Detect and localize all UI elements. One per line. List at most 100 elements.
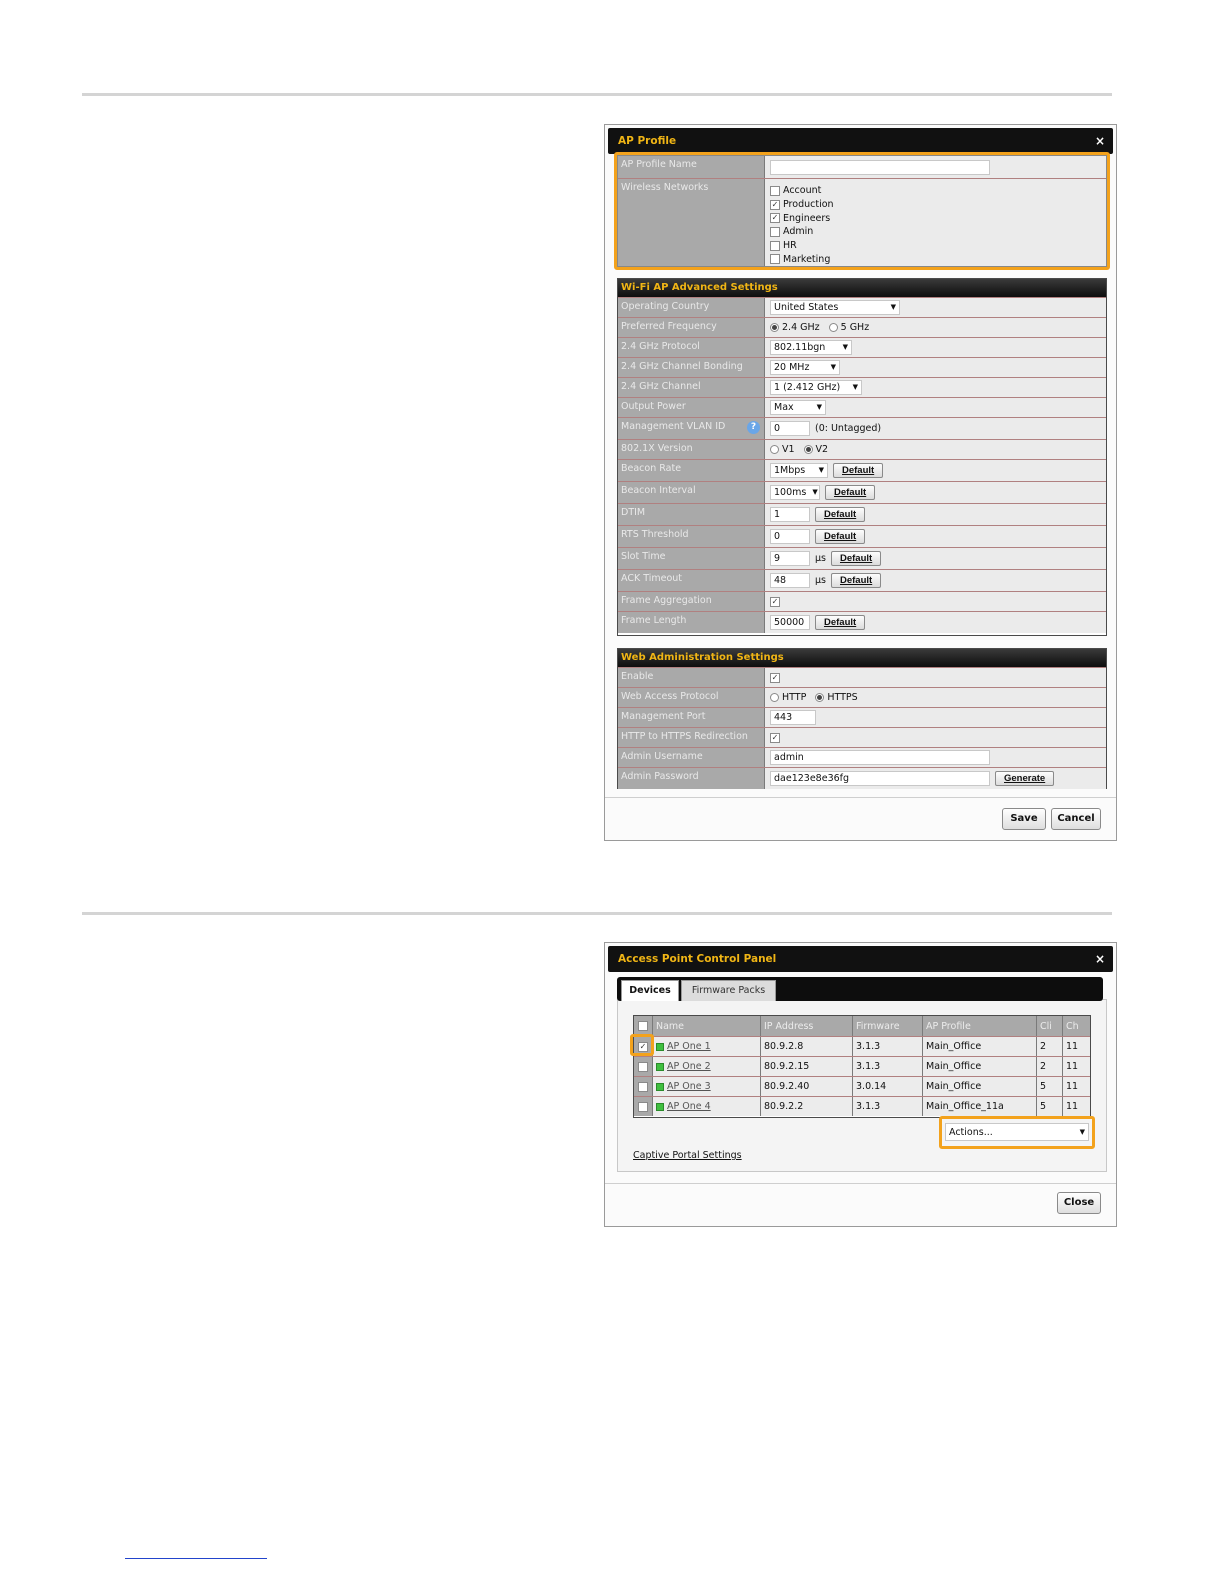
column-header: Ch — [1062, 1016, 1090, 1036]
captive-portal-settings-link[interactable]: Captive Portal Settings — [633, 1150, 742, 1161]
device-name-cell: AP One 1 — [652, 1037, 760, 1056]
frame-length-input[interactable] — [770, 615, 810, 630]
header-select-cell — [634, 1016, 652, 1036]
preferred-frequency-label: Preferred Frequency — [618, 318, 764, 337]
dropdown-caret-icon: ▼ — [842, 343, 848, 351]
dot1x-v1-radio[interactable] — [770, 445, 779, 454]
https-redirect-checkbox[interactable]: ✓ — [770, 732, 780, 743]
device-name-link[interactable]: AP One 1 — [667, 1041, 711, 1052]
beacon-interval-select[interactable]: 100ms ▼ — [770, 485, 820, 500]
dtim-default-button[interactable]: Default — [815, 507, 866, 522]
beacon-rate-select[interactable]: 1Mbps ▼ — [770, 463, 828, 478]
frame-aggregation-label: Frame Aggregation — [618, 592, 764, 611]
dtim-input[interactable] — [770, 507, 810, 522]
ack-timeout-default-button[interactable]: Default — [831, 573, 882, 588]
rts-input[interactable] — [770, 529, 810, 544]
protocol-select[interactable]: 802.11bgn ▼ — [770, 340, 852, 355]
operating-country-value: United States — [774, 302, 839, 313]
slot-time-default-button[interactable]: Default — [831, 551, 882, 566]
beacon-rate-default-button[interactable]: Default — [833, 463, 884, 478]
tab-devices[interactable]: Devices — [621, 980, 679, 1001]
output-power-value: Max — [774, 402, 794, 413]
frame-length-default-button[interactable]: Default — [815, 615, 866, 630]
https-redirect-label: HTTP to HTTPS Redirection — [618, 728, 764, 747]
save-button[interactable]: Save — [1002, 808, 1046, 830]
column-header: AP Profile — [922, 1016, 1036, 1036]
beacon-interval-label: Beacon Interval — [618, 482, 764, 503]
highlight-actions-select — [939, 1116, 1095, 1149]
advanced-settings-header: Wi-Fi AP Advanced Settings — [618, 279, 1106, 297]
dot1x-row: 802.1X Version V1 V2 — [618, 439, 1106, 459]
enable-checkbox[interactable]: ✓ — [770, 672, 780, 683]
http-radio[interactable] — [770, 693, 779, 702]
device-name-link[interactable]: AP One 2 — [667, 1061, 711, 1072]
dot1x-v2-radio[interactable] — [803, 445, 813, 454]
control-panel-titlebar: Access Point Control Panel × — [608, 946, 1113, 972]
channel-bonding-value: 20 MHz — [774, 362, 810, 373]
clients-cell: 2 — [1036, 1037, 1062, 1056]
dropdown-caret-icon: ▼ — [830, 363, 836, 371]
https-redirect-row: HTTP to HTTPS Redirection ✓ — [618, 727, 1106, 747]
beacon-interval-default-button[interactable]: Default — [825, 485, 876, 500]
channel-bonding-select[interactable]: 20 MHz ▼ — [770, 360, 840, 375]
ack-timeout-input[interactable] — [770, 573, 810, 588]
channel-select[interactable]: 1 (2.412 GHz) ▼ — [770, 380, 862, 395]
frame-aggregation-checkbox[interactable]: ✓ — [770, 596, 780, 607]
channel-value: 1 (2.412 GHz) — [774, 382, 841, 393]
dropdown-caret-icon: ▼ — [812, 488, 818, 496]
rts-default-button[interactable]: Default — [815, 529, 866, 544]
help-icon[interactable]: ? — [747, 421, 760, 434]
select-all-checkbox[interactable] — [638, 1021, 648, 1031]
close-icon[interactable]: × — [1095, 128, 1105, 154]
highlight-profile-basic — [614, 152, 1110, 270]
row-checkbox[interactable] — [638, 1101, 648, 1112]
row-checkbox[interactable] — [638, 1061, 648, 1072]
enable-row: Enable ✓ — [618, 667, 1106, 687]
devices-table-header: Name IP Address Firmware AP Profile Cli … — [634, 1016, 1090, 1036]
ap-profile-titlebar: AP Profile × — [608, 128, 1113, 154]
freq-24-radio[interactable] — [770, 323, 779, 332]
management-port-input[interactable] — [770, 710, 816, 725]
close-button[interactable]: Close — [1057, 1192, 1101, 1214]
admin-password-input[interactable] — [770, 771, 990, 786]
channel-cell: 11 — [1062, 1097, 1090, 1116]
https-label: HTTPS — [827, 692, 858, 703]
web-access-protocol-row: Web Access Protocol HTTP HTTPS — [618, 687, 1106, 707]
dropdown-caret-icon: ▼ — [816, 403, 822, 411]
admin-username-input[interactable] — [770, 750, 990, 765]
channel-label: 2.4 GHz Channel — [618, 378, 764, 397]
tab-firmware-packs[interactable]: Firmware Packs — [681, 980, 776, 1001]
status-dot-icon — [656, 1102, 664, 1111]
device-name-link[interactable]: AP One 4 — [667, 1101, 711, 1112]
clients-cell: 5 — [1036, 1077, 1062, 1096]
device-name-cell: AP One 3 — [652, 1077, 760, 1096]
ip-address-cell: 80.9.2.2 — [760, 1097, 852, 1116]
clients-cell: 2 — [1036, 1057, 1062, 1076]
protocol-label: 2.4 GHz Protocol — [618, 338, 764, 357]
vlan-row: Management VLAN ID? (0: Untagged) — [618, 417, 1106, 439]
protocol-row: 2.4 GHz Protocol 802.11bgn ▼ — [618, 337, 1106, 357]
freq-5-radio[interactable] — [828, 323, 838, 332]
https-radio[interactable] — [815, 693, 825, 702]
admin-password-label: Admin Password — [618, 768, 764, 789]
vlan-input[interactable] — [770, 421, 810, 436]
device-name-link[interactable]: AP One 3 — [667, 1081, 711, 1092]
ip-address-cell: 80.9.2.8 — [760, 1037, 852, 1056]
close-icon[interactable]: × — [1095, 946, 1105, 972]
column-header: IP Address — [760, 1016, 852, 1036]
control-panel-footer-divider — [605, 1183, 1116, 1184]
slot-time-input[interactable] — [770, 551, 810, 566]
output-power-select[interactable]: Max ▼ — [770, 400, 826, 415]
generate-button[interactable]: Generate — [995, 771, 1055, 786]
channel-cell: 11 — [1062, 1037, 1090, 1056]
devices-table: Name IP Address Firmware AP Profile Cli … — [633, 1015, 1091, 1118]
frame-length-row: Frame Length Default — [618, 611, 1106, 633]
output-power-row: Output Power Max ▼ — [618, 397, 1106, 417]
section-divider-middle — [82, 912, 1112, 915]
beacon-rate-label: Beacon Rate — [618, 460, 764, 481]
cancel-button[interactable]: Cancel — [1051, 808, 1101, 830]
operating-country-select[interactable]: United States ▼ — [770, 300, 900, 315]
beacon-interval-row: Beacon Interval 100ms ▼ Default — [618, 481, 1106, 503]
tab-bar: Devices Firmware Packs — [617, 977, 1103, 1001]
row-checkbox[interactable] — [638, 1081, 648, 1092]
